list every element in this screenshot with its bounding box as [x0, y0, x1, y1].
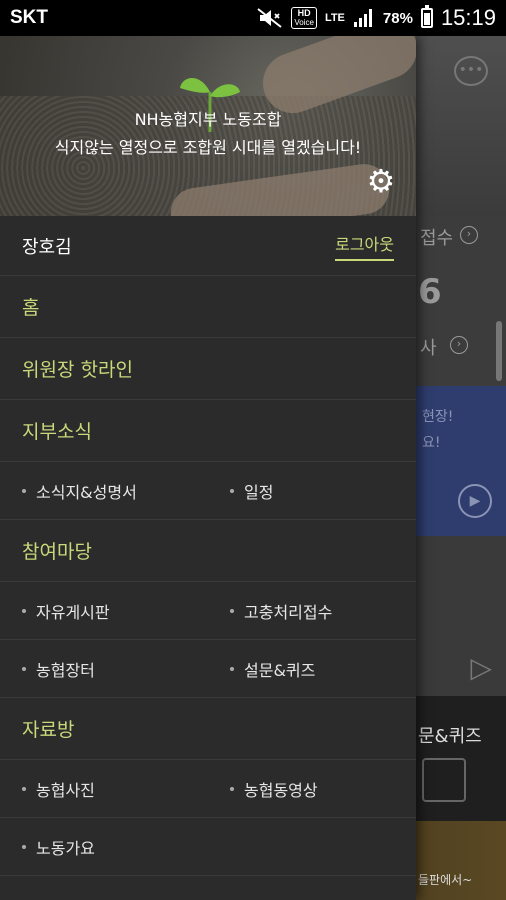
user-name: 장호김 [22, 236, 72, 258]
battery-icon [420, 5, 433, 28]
bullet-icon [230, 666, 234, 671]
bullet-icon [230, 488, 234, 493]
carrier-label: SKT [10, 7, 48, 28]
menu-home[interactable]: 홈 [0, 276, 416, 338]
navigation-drawer: NH농협지부 노동조합 식지않는 열정으로 조합원 시대를 열겠습니다! ⚙ 장… [0, 36, 416, 900]
submenu-labor-songs[interactable]: 노동가요 [0, 835, 208, 859]
drawer-header: NH농협지부 노동조합 식지않는 열정으로 조합원 시대를 열겠습니다! ⚙ [0, 36, 416, 216]
bullet-icon [22, 844, 26, 849]
submenu-label: 농협사진 [36, 780, 95, 800]
menu-news[interactable]: 지부소식 [0, 400, 416, 462]
bg-text-sa: 사 [420, 338, 437, 359]
chevron-right-icon: › [460, 226, 478, 244]
union-title: NH농협지부 노동조합 [134, 110, 282, 129]
menu-archive[interactable]: 자료방 [0, 698, 416, 760]
bullet-icon [230, 608, 234, 613]
submenu-label: 고충처리접수 [244, 602, 333, 622]
submenu-label: 자유게시판 [36, 602, 110, 622]
submenu-row: 자유게시판 고충처리접수 [0, 582, 416, 640]
mute-icon [257, 8, 283, 28]
submenu-label: 설문&퀴즈 [244, 660, 316, 680]
menu-participation[interactable]: 참여마당 [0, 520, 416, 582]
bullet-icon [22, 666, 26, 671]
submenu-label: 노동가요 [36, 838, 95, 858]
send-icon[interactable]: ▷ [470, 651, 492, 684]
bg-text-quiz: 문&퀴즈 [418, 726, 482, 747]
hd-voice-icon: HD Voice [291, 7, 317, 29]
battery-percent: 78% [382, 9, 413, 27]
play-icon[interactable]: ▶ [458, 484, 492, 518]
scrollbar [496, 321, 502, 381]
submenu-row: 노동가요 [0, 818, 416, 876]
bullet-icon [22, 608, 26, 613]
submenu-free-board[interactable]: 자유게시판 [0, 599, 208, 623]
menu-hotline[interactable]: 위원장 핫라인 [0, 338, 416, 400]
bullet-icon [22, 488, 26, 493]
status-bar: SKT HD Voice LTE 78% 15:19 [0, 0, 506, 36]
submenu-row: 소식지&성명서 일정 [0, 462, 416, 520]
submenu-schedule[interactable]: 일정 [208, 479, 416, 503]
submenu-label: 일정 [244, 482, 274, 502]
submenu-label: 농협장터 [36, 660, 95, 680]
chevron-right-icon: › [450, 336, 468, 354]
union-slogan: 식지않는 열정으로 조합원 시대를 열겠습니다! [54, 138, 362, 157]
submenu-label: 소식지&성명서 [36, 482, 137, 502]
submenu-grievance[interactable]: 고충처리접수 [208, 599, 416, 623]
bullet-icon [230, 786, 234, 791]
submenu-photos[interactable]: 농협사진 [0, 777, 208, 801]
signal-icon [353, 8, 375, 28]
document-icon [422, 758, 466, 802]
submenu-label: 농협동영상 [244, 780, 318, 800]
bg-text-jeopsu: 접수 [420, 228, 454, 249]
submenu-row: 농협장터 설문&퀴즈 [0, 640, 416, 698]
chat-icon[interactable]: ••• [454, 56, 488, 86]
voice-label: Voice [294, 18, 314, 27]
submenu-survey-quiz[interactable]: 설문&퀴즈 [208, 657, 416, 681]
hd-label: HD [297, 8, 311, 18]
bg-photo-text: 들판에서~ [418, 873, 473, 887]
logout-button[interactable]: 로그아웃 [335, 231, 394, 261]
clock: 15:19 [440, 5, 496, 30]
settings-gear-icon[interactable]: ⚙ [364, 164, 398, 198]
network-type: LTE [324, 11, 345, 24]
submenu-market[interactable]: 농협장터 [0, 657, 208, 681]
status-icons: HD Voice LTE 78% 15:19 [257, 5, 496, 31]
submenu-videos[interactable]: 농협동영상 [208, 777, 416, 801]
submenu-row: 농협사진 농협동영상 [0, 760, 416, 818]
user-bar: 장호김 로그아웃 [0, 216, 416, 276]
bg-banner-line1: 현장! [422, 409, 454, 425]
bg-banner-line2: 요! [422, 435, 441, 451]
submenu-newsletter[interactable]: 소식지&성명서 [0, 479, 208, 503]
bg-big-number: 6 [418, 272, 442, 312]
bullet-icon [22, 786, 26, 791]
